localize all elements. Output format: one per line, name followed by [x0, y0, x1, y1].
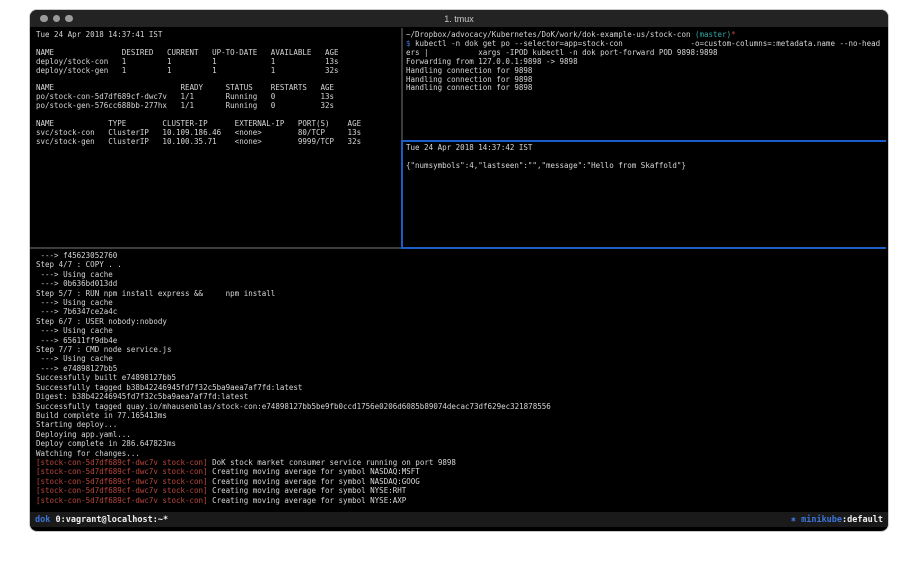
terminal-line: Starting deploy... [36, 420, 884, 429]
terminal-line: ---> Using cache [36, 270, 884, 279]
pane-port-forward[interactable]: ~/Dropbox/advocacy/Kubernetes/DoK/work/d… [406, 31, 884, 139]
tmux-window-label[interactable]: 0:vagrant@localhost:~* [50, 515, 168, 525]
terminal-line: Tue 24 Apr 2018 14:37:42 IST [406, 144, 884, 153]
kube-namespace: :default [842, 515, 883, 525]
terminal-line: Watching for changes... [36, 449, 884, 458]
kube-context: minikube [801, 515, 842, 525]
terminal-line: [stock-con-5d7df689cf-dwc7v stock-con] C… [36, 477, 884, 486]
terminal-line: Step 6/7 : USER nobody:nobody [36, 317, 884, 326]
terminal-line: ---> e74898127bb5 [36, 364, 884, 373]
terminal-line: [stock-con-5d7df689cf-dwc7v stock-con] D… [36, 458, 884, 467]
terminal-line: ---> Using cache [36, 298, 884, 307]
terminal-line: ---> f45623052760 [36, 251, 884, 260]
pane-service-response[interactable]: Tue 24 Apr 2018 14:37:42 IST {"numsymbol… [406, 144, 884, 245]
terminal-line: [stock-con-5d7df689cf-dwc7v stock-con] C… [36, 467, 884, 476]
terminal-line: svc/stock-gen ClusterIP 10.100.35.71 <no… [36, 138, 399, 147]
terminal-line: [stock-con-5d7df689cf-dwc7v stock-con] C… [36, 496, 884, 505]
terminal-line: Handling connection for 9898 [406, 84, 884, 93]
pane-border-bottom-left[interactable] [30, 247, 401, 249]
minimize-button[interactable] [53, 15, 61, 23]
terminal-line: Build complete in 77.165413ms [36, 411, 884, 420]
pane-border-horizontal-right[interactable] [401, 140, 886, 142]
terminal-line: ---> 0b636bd013dd [36, 279, 884, 288]
kube-context-indicator: ⎈ minikube :default [791, 515, 883, 525]
pane-border-bottom-right[interactable] [401, 247, 886, 249]
terminal-line: ---> Using cache [36, 354, 884, 363]
terminal-line: Step 5/7 : RUN npm install express && np… [36, 289, 884, 298]
pane-kubectl-watch[interactable]: Tue 24 Apr 2018 14:37:41 IST NAME DESIRE… [36, 31, 399, 245]
pane-border-vertical-inactive[interactable] [401, 28, 403, 140]
zoom-button[interactable] [65, 15, 73, 23]
terminal-line: ---> Using cache [36, 326, 884, 335]
tmux-session-name[interactable]: dok [35, 515, 50, 525]
terminal-line: Step 4/7 : COPY . . [36, 260, 884, 269]
terminal-line: [stock-con-5d7df689cf-dwc7v stock-con] C… [36, 486, 884, 495]
terminal-line: ---> 7b6347ce2a4c [36, 307, 884, 316]
terminal-line: Digest: b38b42246945fd7f32c5ba9aea7af7fd… [36, 392, 884, 401]
close-button[interactable] [40, 15, 48, 23]
tmux-content: Tue 24 Apr 2018 14:37:41 IST NAME DESIRE… [30, 28, 888, 512]
terminal-window: 1. tmux Tue 24 Apr 2018 14:37:41 IST NAM… [30, 10, 888, 531]
terminal-line: Deploy complete in 286.647823ms [36, 439, 884, 448]
terminal-line: Successfully built e74898127bb5 [36, 373, 884, 382]
terminal-line: {"numsymbols":4,"lastseen":"","message":… [406, 162, 884, 171]
terminal-line: Step 7/7 : CMD node service.js [36, 345, 884, 354]
terminal-line: Successfully tagged b38b42246945fd7f32c5… [36, 383, 884, 392]
terminal-line: Tue 24 Apr 2018 14:37:41 IST [36, 31, 399, 40]
terminal-line: po/stock-gen-576cc688bb-277hx 1/1 Runnin… [36, 102, 399, 111]
pane-border-vertical-active[interactable] [401, 140, 403, 247]
pane-skaffold-build-log[interactable]: ---> f45623052760Step 4/7 : COPY . . ---… [36, 251, 884, 509]
terminal-line: Deploying app.yaml... [36, 430, 884, 439]
terminal-line: ---> 65611ff9db4e [36, 336, 884, 345]
tmux-status-bar: dok 0:vagrant@localhost:~* ⎈ minikube :d… [30, 512, 888, 527]
terminal-line: deploy/stock-gen 1 1 1 1 32s [36, 67, 399, 76]
terminal-line: Successfully tagged quay.io/mhausenblas/… [36, 402, 884, 411]
helm-icon: ⎈ [791, 515, 801, 525]
traffic-lights [40, 10, 73, 27]
window-title: 1. tmux [444, 14, 474, 24]
status-left: dok 0:vagrant@localhost:~* [35, 515, 168, 525]
titlebar: 1. tmux [30, 10, 888, 28]
